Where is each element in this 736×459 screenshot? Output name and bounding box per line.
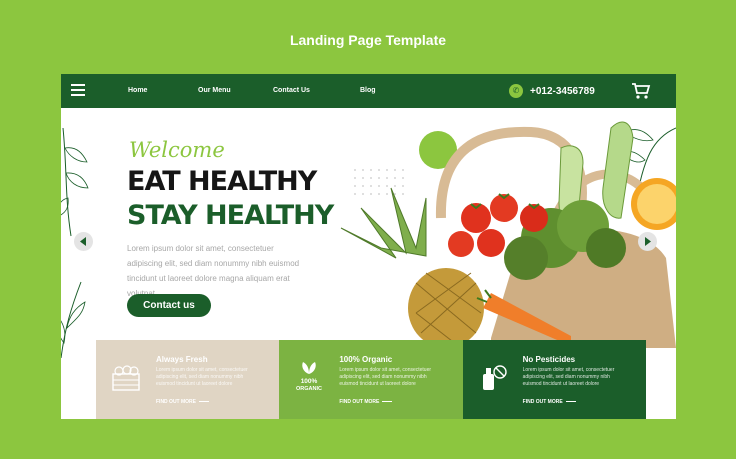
nav-link-contact-us[interactable]: Contact Us: [273, 87, 310, 94]
feature-title: 100% Organic: [339, 355, 393, 364]
feature-title: No Pesticides: [522, 355, 576, 364]
leaf-decoration-icon: [61, 281, 86, 358]
feature-title: Always Fresh: [156, 355, 208, 364]
feature-card-100-organic: 100% ORGANIC 100% Organic Lorem ipsum do…: [279, 340, 463, 419]
leaf-decoration-icon: [61, 128, 89, 237]
phone-number[interactable]: +012-3456789: [530, 86, 595, 97]
svg-text:ORGANIC: ORGANIC: [296, 386, 322, 392]
feature-text: Lorem ipsum dolor sit amet, consectetuer…: [522, 367, 615, 387]
vegetable-bag-illustration: [340, 121, 676, 348]
feature-card-always-fresh: Always Fresh Lorem ipsum dolor sit amet,…: [96, 340, 280, 419]
svg-text:100%: 100%: [301, 378, 318, 385]
feature-text: Lorem ipsum dolor sit amet, consectetuer…: [339, 367, 432, 387]
find-out-more-link[interactable]: FIND OUT MORE: [339, 399, 393, 405]
nav-link-home[interactable]: Home: [128, 87, 147, 94]
slider-prev-button[interactable]: [74, 232, 93, 251]
hero-section: Welcome EAT HEALTHY STAY HEALTHY Lorem i…: [61, 108, 676, 419]
hero-description: Lorem ipsum dolor sit amet, consectetuer…: [127, 244, 300, 298]
chevron-left-icon: [80, 237, 86, 246]
headline-eat-healthy: EAT HEALTHY: [127, 166, 317, 197]
welcome-script-text: Welcome: [129, 138, 225, 162]
chevron-right-icon: [645, 237, 651, 246]
contact-us-button[interactable]: Contact us: [127, 294, 211, 317]
hamburger-menu-icon[interactable]: [71, 84, 85, 98]
features-strip: Always Fresh Lorem ipsum dolor sit amet,…: [96, 340, 646, 419]
page-title: Landing Page Template: [289, 32, 447, 48]
find-out-more-link[interactable]: FIND OUT MORE: [523, 399, 576, 405]
nav-link-our-menu[interactable]: Our Menu: [198, 87, 231, 94]
slider-next-button[interactable]: [638, 232, 657, 251]
crate-icon: [112, 365, 140, 391]
find-out-more-link[interactable]: FIND OUT MORE: [156, 399, 209, 405]
no-pesticide-icon: [482, 365, 507, 390]
nav-link-blog[interactable]: Blog: [360, 87, 376, 94]
landing-page-frame: Home Our Menu Contact Us Blog ✆ +012-345…: [61, 74, 676, 419]
cart-icon[interactable]: [631, 82, 651, 100]
feature-text: Lorem ipsum dolor sit amet, consectetuer…: [156, 367, 248, 387]
organic-badge-icon: 100% ORGANIC: [296, 362, 322, 392]
top-navbar: Home Our Menu Contact Us Blog ✆ +012-345…: [61, 74, 676, 108]
headline-stay-healthy: STAY HEALTHY: [127, 200, 334, 231]
phone-icon: ✆: [509, 84, 523, 98]
feature-card-no-pesticides: No Pesticides Lorem ipsum dolor sit amet…: [462, 340, 646, 419]
